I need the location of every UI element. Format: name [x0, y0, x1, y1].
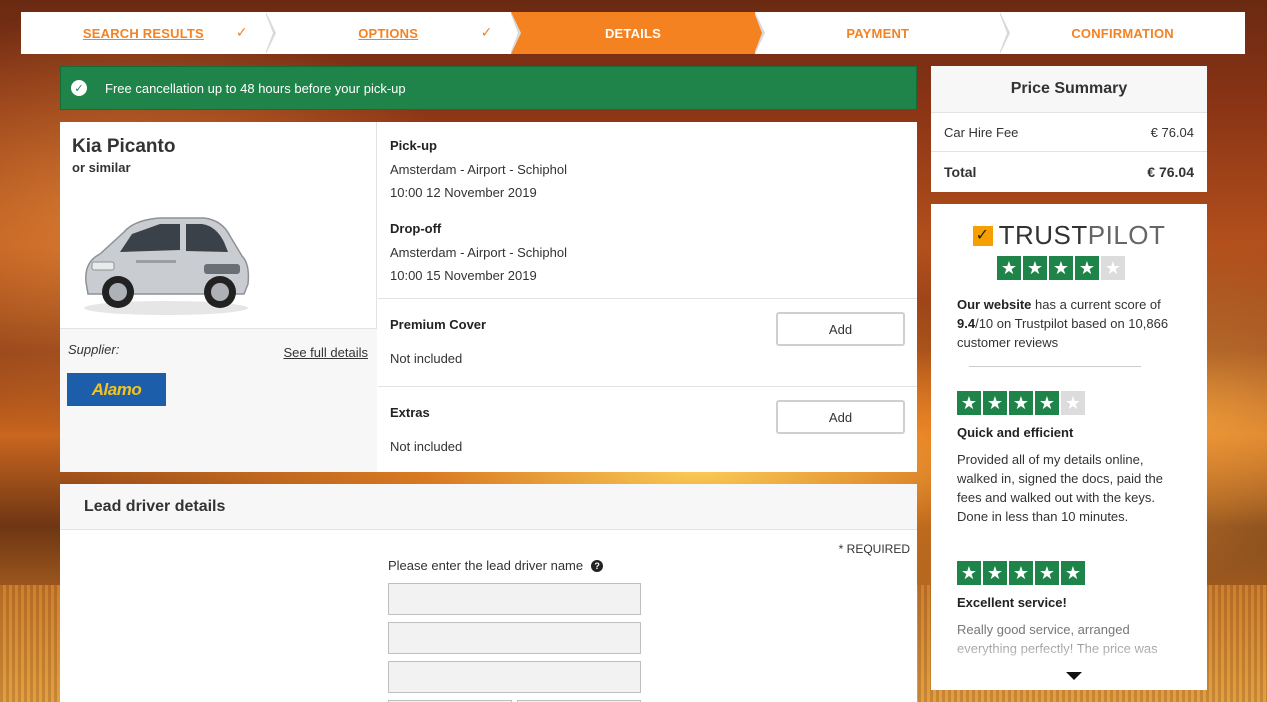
fee-value: € 76.04	[1150, 124, 1194, 140]
premium-cover-title: Premium Cover	[390, 317, 487, 332]
step-details: DETAILS	[510, 12, 766, 54]
banner-text: Free cancellation up to 48 hours before …	[105, 80, 406, 96]
premium-cover-status: Not included	[390, 351, 463, 366]
review-stars: ★ ★ ★ ★ ★	[957, 391, 1085, 415]
booking-details: Pick-up Amsterdam - Airport - Schiphol 1…	[378, 122, 917, 472]
supplier-box: Supplier: See full details Alamo	[60, 328, 377, 472]
pickup-location: Amsterdam - Airport - Schiphol	[390, 162, 568, 177]
price-summary: Price Summary Car Hire Fee € 76.04 Total…	[931, 66, 1207, 192]
step-label: DETAILS	[604, 25, 662, 41]
score-value: 9.4	[957, 316, 976, 331]
alamo-logo: Alamo	[67, 373, 166, 406]
car-info: Kia Picanto or similar Supplier: See ful…	[60, 122, 377, 472]
progress-steps: SEARCH RESULTS ✓ OPTIONS ✓ DETAILS PAYME…	[21, 12, 1245, 54]
driver-last-name-field[interactable]	[388, 661, 641, 693]
star-icon: ★	[983, 561, 1007, 585]
check-icon: ✓	[480, 24, 493, 40]
trustpilot-logo: ✓ TRUST PILOT	[931, 220, 1207, 251]
extras-title: Extras	[390, 405, 430, 420]
star-icon: ★	[997, 256, 1021, 280]
star-icon: ★	[1049, 256, 1073, 280]
car-name: Kia Picanto	[72, 136, 176, 157]
star-icon: ★	[1035, 561, 1059, 585]
driver-title-field[interactable]	[388, 583, 641, 615]
star-icon: ★	[957, 391, 981, 415]
fade-overlay	[931, 634, 1207, 690]
star-icon: ★	[1009, 561, 1033, 585]
check-icon: ✓	[235, 24, 248, 40]
lead-driver-panel: Lead driver details * REQUIRED Please en…	[60, 484, 917, 702]
trustpilot-check-icon: ✓	[972, 225, 993, 246]
driver-first-name-field[interactable]	[388, 622, 641, 654]
step-label: SEARCH RESULTS	[82, 25, 204, 41]
pickup-datetime: 10:00 12 November 2019	[390, 185, 537, 200]
score-text-a: has a current score of	[1031, 297, 1161, 312]
premium-cover-section: Premium Cover Not included Add	[378, 299, 917, 387]
driver-name-label: Please enter the lead driver name ?	[388, 558, 604, 573]
star-icon: ★	[1075, 256, 1099, 280]
fee-label: Car Hire Fee	[944, 124, 1019, 140]
price-summary-title: Price Summary	[931, 66, 1207, 113]
trustpilot-widget: ✓ TRUST PILOT ★ ★ ★ ★ ★ Our website has a…	[931, 204, 1207, 690]
car-similar: or similar	[72, 160, 131, 175]
step-search-results[interactable]: SEARCH RESULTS ✓	[21, 12, 276, 54]
review-title: Excellent service!	[957, 595, 1067, 610]
add-premium-cover-button[interactable]: Add	[776, 312, 905, 346]
total-value: € 76.04	[1147, 163, 1194, 180]
supplier-label: Supplier:	[68, 342, 120, 357]
driver-name-label-text: Please enter the lead driver name	[388, 558, 584, 573]
dropoff-datetime: 10:00 15 November 2019	[390, 268, 537, 283]
step-payment: PAYMENT	[755, 12, 1011, 54]
review-stars: ★ ★ ★ ★ ★	[957, 561, 1085, 585]
extras-status: Not included	[390, 439, 463, 454]
car-card: Kia Picanto or similar Supplier: See ful…	[60, 122, 917, 472]
step-label: OPTIONS	[358, 25, 419, 41]
review-title: Quick and efficient	[957, 425, 1074, 440]
required-note: * REQUIRED	[838, 542, 910, 556]
trustpilot-brand-a: TRUST	[998, 220, 1088, 250]
total-label: Total	[944, 163, 977, 180]
review-text: Provided all of my details online, walke…	[957, 452, 1163, 524]
step-label: CONFIRMATION	[1071, 25, 1174, 41]
score-bold-a: Our website	[957, 297, 1032, 312]
dropoff-location: Amsterdam - Airport - Schiphol	[390, 245, 568, 260]
star-empty-icon: ★	[1101, 256, 1125, 280]
star-icon: ★	[957, 561, 981, 585]
pickup-title: Pick-up	[390, 138, 437, 153]
star-icon: ★	[1035, 391, 1059, 415]
car-hire-fee-row: Car Hire Fee € 76.04	[931, 113, 1207, 152]
lead-driver-title: Lead driver details	[60, 484, 917, 530]
step-label: PAYMENT	[846, 25, 910, 41]
star-icon: ★	[1061, 561, 1085, 585]
total-row: Total € 76.04	[931, 152, 1207, 191]
star-empty-icon: ★	[1061, 391, 1085, 415]
score-text-b: /10 on Trustpilot based on 10,866 custom…	[957, 316, 1169, 350]
trustpilot-rating-stars: ★ ★ ★ ★ ★	[997, 256, 1125, 280]
car-image	[84, 217, 250, 315]
dropoff-title: Drop-off	[390, 221, 442, 236]
add-extras-button[interactable]: Add	[776, 400, 905, 434]
star-icon: ★	[983, 391, 1007, 415]
step-options[interactable]: OPTIONS ✓	[265, 12, 521, 54]
extras-section: Extras Not included Add	[378, 387, 917, 475]
chevron-down-icon[interactable]	[1066, 672, 1082, 680]
trustpilot-brand-b: PILOT	[1087, 220, 1166, 250]
step-confirmation: CONFIRMATION	[1000, 12, 1245, 54]
check-circle-icon: ✓	[71, 80, 87, 96]
free-cancellation-banner: ✓ Free cancellation up to 48 hours befor…	[60, 66, 917, 110]
trustpilot-score: Our website has a current score of 9.4/1…	[957, 295, 1187, 352]
divider	[969, 366, 1141, 367]
star-icon: ★	[1009, 391, 1033, 415]
star-icon: ★	[1023, 256, 1047, 280]
help-icon[interactable]: ?	[591, 559, 604, 572]
see-full-details-link[interactable]: See full details	[283, 345, 368, 360]
